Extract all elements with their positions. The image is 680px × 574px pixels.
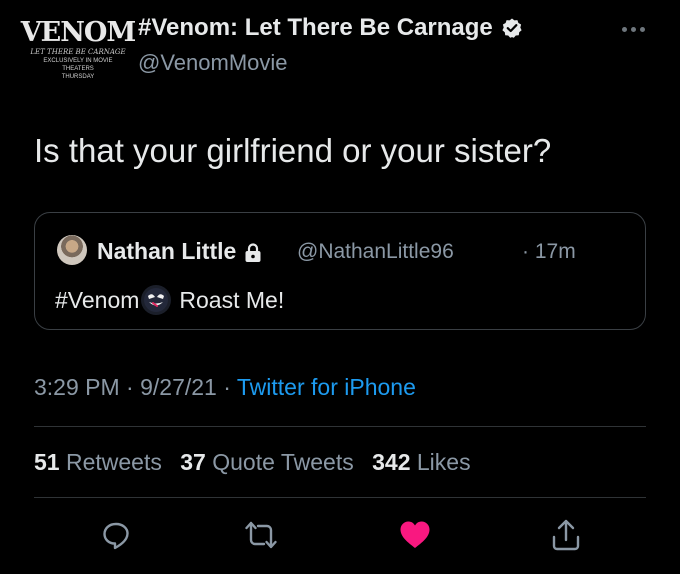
avatar-logo-line1: EXCLUSIVELY IN MOVIE THEATERS — [43, 58, 113, 72]
tweet-time[interactable]: 3:29 PM — [34, 374, 120, 400]
quoted-time-text: 17m — [534, 240, 576, 263]
likes-label: Likes — [416, 449, 471, 475]
verified-badge-icon — [501, 17, 523, 39]
avatar[interactable]: VENOM LET THERE BE CARNAGE EXCLUSIVELY I… — [21, 14, 137, 94]
quoted-time: · 17m — [522, 240, 576, 264]
handle[interactable]: @VenomMovie — [138, 50, 288, 76]
likes-stat[interactable]: 342 Likes — [372, 449, 470, 475]
meta-separator: · — [216, 374, 237, 400]
engagement-stats: 51 Retweets 37 Quote Tweets 342 Likes — [34, 449, 471, 476]
avatar-logo-line2: THURSDAY — [61, 74, 95, 80]
quotes-count: 37 — [180, 449, 206, 475]
tweet-meta: 3:29 PM · 9/27/21 · Twitter for iPhone — [34, 374, 416, 401]
quoted-handle-text: @NathanLittle96 — [297, 240, 454, 263]
quoted-avatar[interactable] — [57, 235, 87, 265]
display-name[interactable]: #Venom: Let There Be Carnage — [138, 14, 493, 42]
avatar-logo-subtitle: LET THERE BE CARNAGE — [30, 48, 126, 56]
quoted-name: Nathan Little — [97, 238, 237, 264]
divider — [34, 497, 646, 498]
reply-icon[interactable] — [99, 518, 133, 552]
display-name-row[interactable]: #Venom: Let There Be Carnage — [138, 14, 523, 42]
retweets-label: Retweets — [65, 449, 162, 475]
avatar-logo-text: VENOM — [20, 17, 137, 48]
quoted-handle: @NathanLittle96 — [297, 240, 454, 264]
tweet-date[interactable]: 9/27/21 — [140, 374, 217, 400]
quoted-text: #Venom Roast Me! — [55, 285, 284, 315]
likes-count: 342 — [372, 449, 411, 475]
quotes-label: Quote Tweets — [212, 449, 354, 475]
tweet: VENOM LET THERE BE CARNAGE EXCLUSIVELY I… — [0, 0, 680, 574]
retweets-count: 51 — [34, 449, 60, 475]
venom-emoji-icon — [141, 285, 172, 315]
retweets-stat[interactable]: 51 Retweets — [34, 449, 162, 475]
tweet-source[interactable]: Twitter for iPhone — [237, 374, 416, 400]
lock-icon — [244, 242, 262, 262]
quoted-name-row: Nathan Little — [97, 238, 262, 265]
quoted-hashtag[interactable]: #Venom — [55, 287, 139, 314]
retweet-icon[interactable] — [244, 518, 278, 552]
quoted-body-text: Roast Me! — [179, 286, 285, 313]
meta-separator: · — [119, 374, 141, 400]
quoted-separator: · — [522, 240, 529, 263]
like-icon[interactable] — [398, 518, 432, 552]
divider — [34, 426, 646, 427]
share-icon[interactable] — [549, 518, 583, 552]
tweet-text: Is that your girlfriend or your sister? — [34, 132, 552, 169]
quoted-tweet[interactable]: Nathan Little @NathanLittle96 · 17m #Ven… — [34, 212, 646, 330]
quotes-stat[interactable]: 37 Quote Tweets — [180, 449, 353, 475]
ellipsis-icon[interactable] — [622, 24, 648, 34]
